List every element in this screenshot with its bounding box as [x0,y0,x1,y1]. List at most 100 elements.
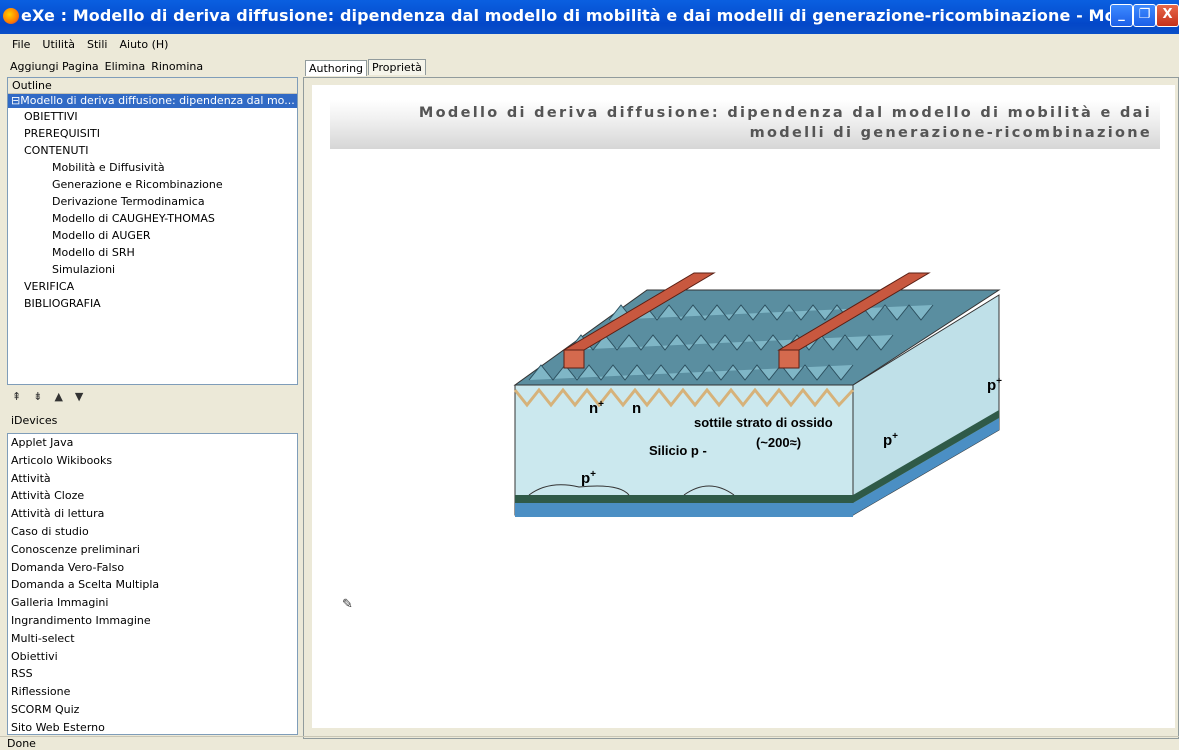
idevice-item[interactable]: Applet Java [8,434,297,452]
tree-item-label: VERIFICA [24,280,75,293]
idevice-item[interactable]: Domanda a Scelta Multipla [8,576,297,594]
right-pane: Authoring Proprietà Modello di deriva dif… [303,56,1179,739]
tab-bar: Authoring Proprietà [303,56,1179,78]
p-plus-label-top: p+ [987,376,1002,394]
move-down-icon[interactable]: ▼ [75,390,83,403]
idevice-item[interactable]: Ingrandimento Immagine [8,612,297,630]
n-plus-text: n [589,400,598,417]
tree-item[interactable]: Simulazioni [8,261,297,278]
tree-item-label: Generazione e Ricombinazione [52,178,223,191]
tree-item-label: Modello di CAUGHEY-THOMAS [52,212,215,225]
idevice-item[interactable]: Articolo Wikibooks [8,452,297,470]
tree-item[interactable]: OBIETTIVI [8,108,297,125]
idevice-item[interactable]: Attività Cloze [8,487,297,505]
tree-item-label: Mobilità e Diffusività [52,161,165,174]
p-plus-side-sup: + [892,431,898,442]
back-metal-layer [515,503,853,517]
p-plus-top-text: p [987,377,996,394]
tree-item[interactable]: Generazione e Ricombinazione [8,176,297,193]
tree-item-label: Derivazione Termodinamica [52,195,205,208]
outline-panel: Outline ⊟Modello di deriva diffusione: d… [7,77,298,385]
left-pane: Aggiungi Pagina Elimina Rinomina Outline ⊟… [4,56,298,736]
tree-item[interactable]: Mobilità e Diffusività [8,159,297,176]
tree-item[interactable]: VERIFICA [8,278,297,295]
idevice-item[interactable]: Domanda Vero-Falso [8,559,297,577]
outline-move-buttons: ⇞ ⇟ ▲ ▼ [12,390,95,406]
page-title-line1: Modello di deriva diffusione: dipendenza… [418,105,1152,121]
idevice-item[interactable]: Conoscenze preliminari [8,541,297,559]
tree-root-item[interactable]: ⊟Modello di deriva diffusione: dipendenz… [8,94,297,108]
front-contact-bar-2-face [778,349,800,369]
idevice-item[interactable]: SCORM Quiz [8,701,297,719]
n-plus-sup: + [598,399,604,410]
maximize-button[interactable]: ❐ [1133,4,1156,27]
tree-item-label: PREREQUISITI [24,127,100,140]
window-title: eXe : Modello di deriva diffusione: dipe… [21,6,1179,25]
page-title-line2: modelli di generazione-ricombinazione [749,125,1152,141]
idevice-item[interactable]: Sito Web Esterno [8,719,297,734]
tree-item-label: Simulazioni [52,263,116,276]
edit-icon[interactable]: ✎ [342,597,353,612]
move-up-icon[interactable]: ▲ [54,390,62,403]
tree-item-label: Modello di SRH [52,246,135,259]
rename-button[interactable]: Rinomina [151,60,203,73]
p-plus-bottom-text: p [581,470,590,487]
outline-tree: OBIETTIVI PREREQUISITI CONTENUTI Mobilità e… [8,108,297,312]
tree-item-label: CONTENUTI [24,144,89,157]
page-title: Modello di deriva diffusione: dipendenza… [330,100,1160,149]
menu-aiuto[interactable]: Aiuto (H) [119,38,168,51]
idevice-item[interactable]: Galleria Immagini [8,594,297,612]
tab-authoring[interactable]: Authoring [305,60,368,76]
idevice-item[interactable]: Caso di studio [8,523,297,541]
idevice-item[interactable]: Riflessione [8,683,297,701]
tree-item[interactable]: Modello di SRH [8,244,297,261]
tree-item[interactable]: Modello di AUGER [8,227,297,244]
solar-cell-figure: n+ n sottile strato di ossido (~200≈) Si… [469,215,1016,570]
n-label: n [632,400,641,417]
oxide-thickness-label: (~200≈) [756,435,801,450]
authoring-content: Modello di deriva diffusione: dipendenza… [312,85,1175,728]
tree-item-label: OBIETTIVI [24,110,78,123]
minimize-button[interactable]: _ [1110,4,1133,27]
p-plus-side-text: p [883,432,892,449]
idevices-list: Applet Java Articolo Wikibooks Attività Att… [7,433,298,735]
outline-header: Outline [8,78,297,94]
title-bar: eXe : Modello di deriva diffusione: dipe… [0,0,1179,34]
idevice-item[interactable]: Attività [8,470,297,488]
idevice-item[interactable]: RSS [8,665,297,683]
tree-root-label: Modello di deriva diffusione: dipendenza… [20,94,295,107]
outline-toolbar: Aggiungi Pagina Elimina Rinomina [4,56,298,79]
p-plus-bottom-sup: + [590,469,596,480]
menu-stili[interactable]: Stili [87,38,107,51]
silicon-label: Silicio p - [649,443,707,458]
delete-button[interactable]: Elimina [105,60,146,73]
exe-app-icon [3,8,19,24]
menu-file[interactable]: File [12,38,30,51]
tree-item[interactable]: CONTENUTI [8,142,297,159]
idevices-header: iDevices [11,414,58,427]
tree-item[interactable]: BIBLIOGRAFIA [8,295,297,312]
collapse-icon[interactable]: ⊟ [11,94,20,107]
authoring-frame: Modello di deriva diffusione: dipendenza… [303,77,1179,739]
front-contact-bar-1-face [563,349,585,369]
idevice-item[interactable]: Obiettivi [8,648,297,666]
tree-item[interactable]: Derivazione Termodinamica [8,193,297,210]
tree-item-label: BIBLIOGRAFIA [24,297,101,310]
menu-utilita[interactable]: Utilità [42,38,75,51]
menu-bar: File Utilità Stili Aiuto (H) [0,34,1179,56]
tree-item-label: Modello di AUGER [52,229,151,242]
tree-item[interactable]: PREREQUISITI [8,125,297,142]
add-page-button[interactable]: Aggiungi Pagina [10,60,99,73]
close-button[interactable]: X [1156,4,1179,27]
idevice-item[interactable]: Attività di lettura [8,505,297,523]
status-bar: Done [0,736,1179,750]
oxide-label: sottile strato di ossido [694,415,833,430]
idevice-item[interactable]: Multi-select [8,630,297,648]
tree-item[interactable]: Modello di CAUGHEY-THOMAS [8,210,297,227]
p-plus-top-sup: + [996,376,1002,387]
back-contact-layer [515,495,853,503]
tab-properties[interactable]: Proprietà [368,59,426,75]
demote-icon[interactable]: ⇟ [33,390,42,403]
promote-icon[interactable]: ⇞ [12,390,21,403]
solar-cell-diagram: n+ n sottile strato di ossido (~200≈) Si… [513,272,1002,517]
